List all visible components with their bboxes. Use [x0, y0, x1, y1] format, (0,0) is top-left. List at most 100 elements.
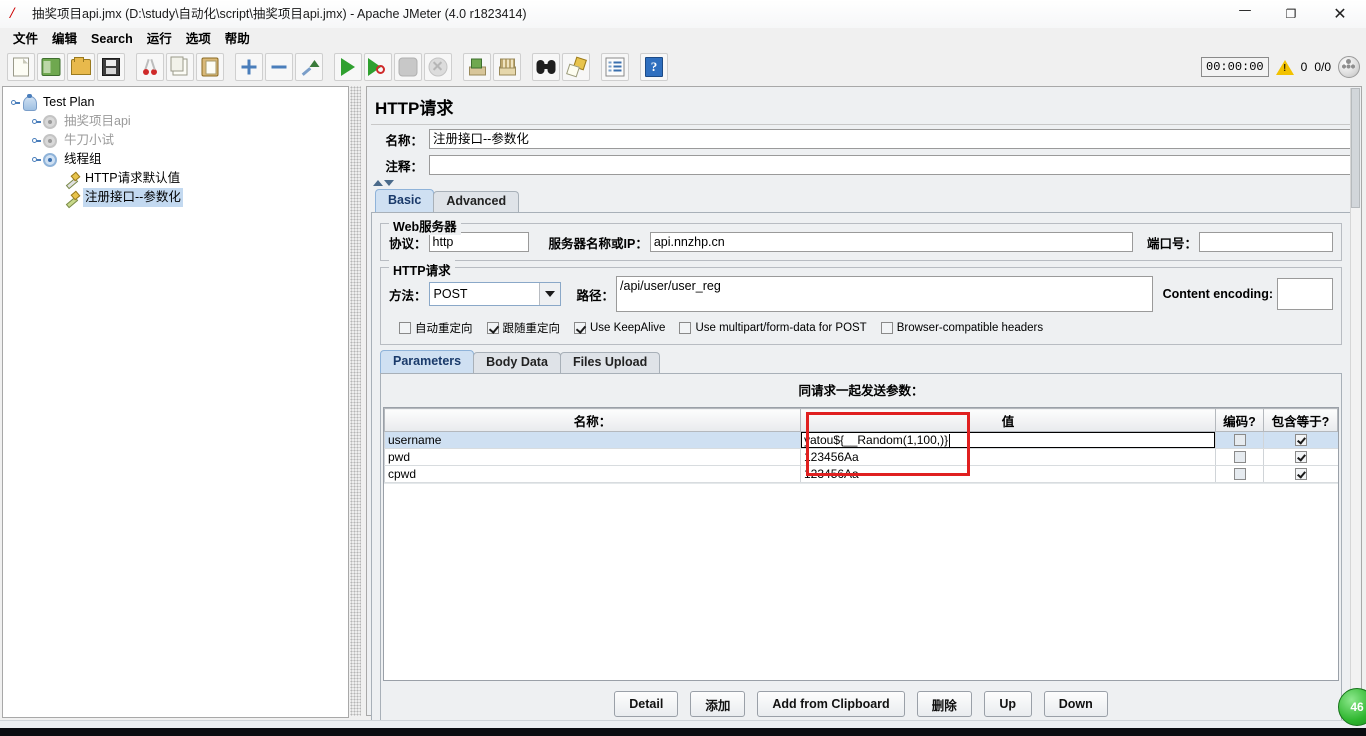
paste-button[interactable]: [196, 53, 224, 81]
start-no-pauses-button[interactable]: [364, 53, 392, 81]
expand-all-button[interactable]: [235, 53, 263, 81]
tree-expand-toggle[interactable]: [7, 93, 20, 112]
menu-run[interactable]: 运行: [140, 30, 179, 48]
checkbox-browser-compatible[interactable]: Browser-compatible headers: [880, 322, 1043, 334]
param-value-cell[interactable]: 123456Aa: [800, 448, 1216, 466]
method-select[interactable]: POST: [428, 282, 561, 306]
param-value-cell[interactable]: 123456Aa: [800, 465, 1216, 483]
tab-advanced[interactable]: Advanced: [433, 191, 520, 212]
param-encode-checkbox[interactable]: [1233, 434, 1246, 446]
param-encode-checkbox-cell[interactable]: [1215, 431, 1264, 449]
menu-search[interactable]: Search: [84, 30, 140, 48]
param-name-cell[interactable]: cpwd: [384, 465, 801, 483]
warning-triangle-icon[interactable]: [1275, 59, 1294, 75]
param-include-equals-checkbox[interactable]: [1294, 434, 1307, 446]
tree-node-http-sampler[interactable]: 注册接口--参数化: [7, 188, 348, 207]
right-pane-scrollbar[interactable]: [1350, 88, 1360, 714]
add-from-clipboard-button[interactable]: Add from Clipboard: [757, 691, 905, 717]
table-row[interactable]: username yatou${__Random(1,100,)}: [384, 431, 1338, 449]
param-include-equals-checkbox-cell[interactable]: [1263, 431, 1338, 449]
table-empty-area[interactable]: [384, 483, 1338, 680]
stop-button[interactable]: [394, 53, 422, 81]
param-encode-checkbox[interactable]: [1233, 468, 1246, 480]
clear-all-button[interactable]: [493, 53, 521, 81]
tree-node-http-defaults[interactable]: HTTP请求默认值: [7, 169, 348, 188]
close-button[interactable]: ✕: [1314, 0, 1366, 28]
tree-node-thread-group[interactable]: 线程组: [7, 150, 348, 169]
add-button[interactable]: 添加: [690, 691, 746, 717]
maximize-button[interactable]: ❐: [1268, 0, 1314, 28]
checkbox-multipart[interactable]: Use multipart/form-data for POST: [679, 322, 867, 334]
tree-node-choujiang-api[interactable]: 抽奖项目api: [7, 112, 348, 131]
protocol-input[interactable]: http: [428, 232, 529, 252]
param-name-cell[interactable]: username: [384, 431, 801, 449]
param-include-equals-checkbox-cell[interactable]: [1263, 448, 1338, 466]
help-button[interactable]: [640, 53, 668, 81]
collapse-toggle[interactable]: [373, 179, 1351, 189]
table-header-cell[interactable]: 包含等于?: [1263, 408, 1338, 432]
copy-button[interactable]: [166, 53, 194, 81]
test-plan-tree-pane[interactable]: Test Plan 抽奖项目api 牛刀小试 线程组 HTTP请求默认值 注册接口--参数…: [2, 86, 349, 718]
tree-expand-toggle[interactable]: [28, 112, 41, 131]
collapse-all-button[interactable]: [265, 53, 293, 81]
param-encode-checkbox-cell[interactable]: [1215, 465, 1264, 483]
table-row[interactable]: cpwd 123456Aa: [384, 465, 1338, 483]
open-button[interactable]: [67, 53, 95, 81]
checkbox-box[interactable]: [880, 322, 893, 334]
path-input[interactable]: /api/user/user_reg: [616, 276, 1153, 312]
new-button[interactable]: [7, 53, 35, 81]
comment-input[interactable]: [429, 155, 1351, 175]
reset-search-button[interactable]: [562, 53, 590, 81]
tab-basic[interactable]: Basic: [375, 189, 435, 212]
chevron-down-icon[interactable]: [538, 283, 560, 305]
minimize-button[interactable]: —: [1222, 0, 1268, 28]
delete-button[interactable]: 删除: [916, 691, 972, 717]
checkbox-box[interactable]: [679, 322, 692, 334]
param-include-equals-checkbox[interactable]: [1294, 451, 1307, 463]
checkbox-box[interactable]: [574, 322, 586, 334]
menu-options[interactable]: 选项: [179, 30, 218, 48]
checkbox-box[interactable]: [486, 322, 499, 334]
table-row[interactable]: pwd 123456Aa: [384, 448, 1338, 466]
content-encoding-input[interactable]: [1277, 278, 1333, 310]
param-value-editor[interactable]: yatou${__Random(1,100,)}: [801, 431, 1216, 448]
tree-node-niudaoxiaoshi[interactable]: 牛刀小试: [7, 131, 348, 150]
table-header-cell[interactable]: 名称：: [384, 408, 801, 432]
tab-parameters[interactable]: Parameters: [380, 350, 475, 373]
up-button[interactable]: Up: [983, 691, 1032, 717]
tab-body-data[interactable]: Body Data: [473, 352, 561, 373]
param-encode-checkbox[interactable]: [1233, 451, 1246, 463]
start-button[interactable]: [334, 53, 362, 81]
tree-node-test-plan[interactable]: Test Plan: [7, 93, 348, 112]
checkbox-box[interactable]: [399, 322, 411, 334]
tree-expand-toggle[interactable]: [28, 131, 41, 150]
down-button[interactable]: Down: [1043, 691, 1108, 717]
parameters-table-wrap[interactable]: 名称：值编码? 包含等于? username yatou${__Random(1,1…: [383, 407, 1339, 681]
scrollbar-thumb[interactable]: [1351, 88, 1360, 208]
table-header-cell[interactable]: 值: [800, 408, 1216, 432]
cut-button[interactable]: [136, 53, 164, 81]
param-value-cell[interactable]: yatou${__Random(1,100,)}: [800, 431, 1216, 449]
port-input[interactable]: [1199, 232, 1333, 252]
menu-help[interactable]: 帮助: [218, 30, 257, 48]
clear-button[interactable]: [463, 53, 491, 81]
checkbox-follow-redirect[interactable]: 跟随重定向: [486, 320, 560, 336]
detail-button[interactable]: Detail: [614, 691, 679, 717]
function-helper-button[interactable]: [601, 53, 629, 81]
checkbox-use-keepalive[interactable]: Use KeepAlive: [574, 322, 665, 334]
tab-files-upload[interactable]: Files Upload: [559, 352, 661, 373]
param-include-equals-checkbox[interactable]: [1294, 468, 1307, 480]
table-header-cell[interactable]: 编码?: [1215, 408, 1264, 432]
templates-button[interactable]: [37, 53, 65, 81]
pane-splitter[interactable]: [350, 86, 361, 716]
param-name-cell[interactable]: pwd: [384, 448, 801, 466]
tree-expand-toggle[interactable]: [28, 150, 41, 169]
menu-file[interactable]: 文件: [6, 30, 45, 48]
menu-edit[interactable]: 编辑: [45, 30, 84, 48]
toggle-button[interactable]: [295, 53, 323, 81]
param-encode-checkbox-cell[interactable]: [1215, 448, 1264, 466]
param-include-equals-checkbox-cell[interactable]: [1263, 465, 1338, 483]
name-input[interactable]: 注册接口--参数化: [429, 129, 1351, 149]
save-button[interactable]: [97, 53, 125, 81]
server-input[interactable]: api.nnzhp.cn: [649, 232, 1133, 252]
